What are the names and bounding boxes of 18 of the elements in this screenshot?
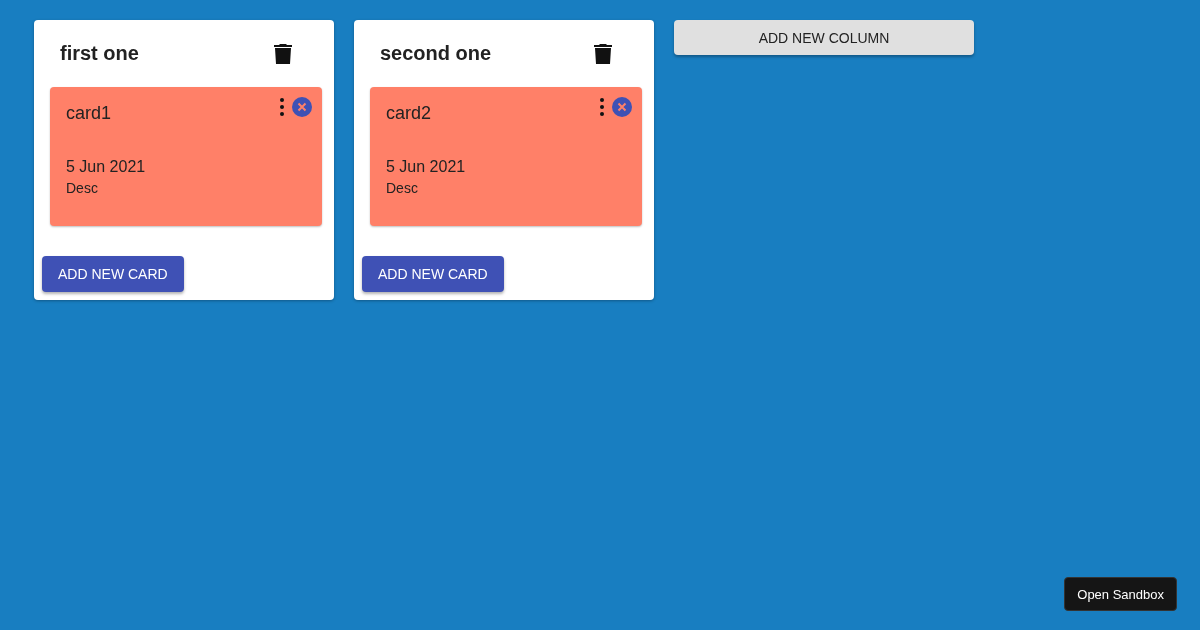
column-title: first one [60, 42, 139, 65]
more-icon[interactable] [600, 98, 604, 116]
trash-icon[interactable] [274, 43, 292, 64]
card-date: 5 Jun 2021 [386, 158, 467, 176]
close-icon[interactable] [292, 97, 312, 117]
card-date: 5 Jun 2021 [66, 158, 147, 176]
card-description: Desc [66, 180, 99, 196]
add-column-button[interactable]: ADD NEW COLUMN [674, 20, 974, 55]
open-sandbox-button[interactable]: Open Sandbox [1064, 577, 1177, 611]
more-icon[interactable] [280, 98, 284, 116]
card-description: Desc [386, 180, 419, 196]
card-title: card2 [386, 103, 432, 124]
card-title: card1 [66, 103, 112, 124]
add-card-button[interactable]: ADD NEW CARD [42, 256, 184, 292]
close-icon[interactable] [612, 97, 632, 117]
add-card-button[interactable]: ADD NEW CARD [362, 256, 504, 292]
trash-icon[interactable] [594, 43, 612, 64]
column-title: second one [380, 42, 492, 65]
